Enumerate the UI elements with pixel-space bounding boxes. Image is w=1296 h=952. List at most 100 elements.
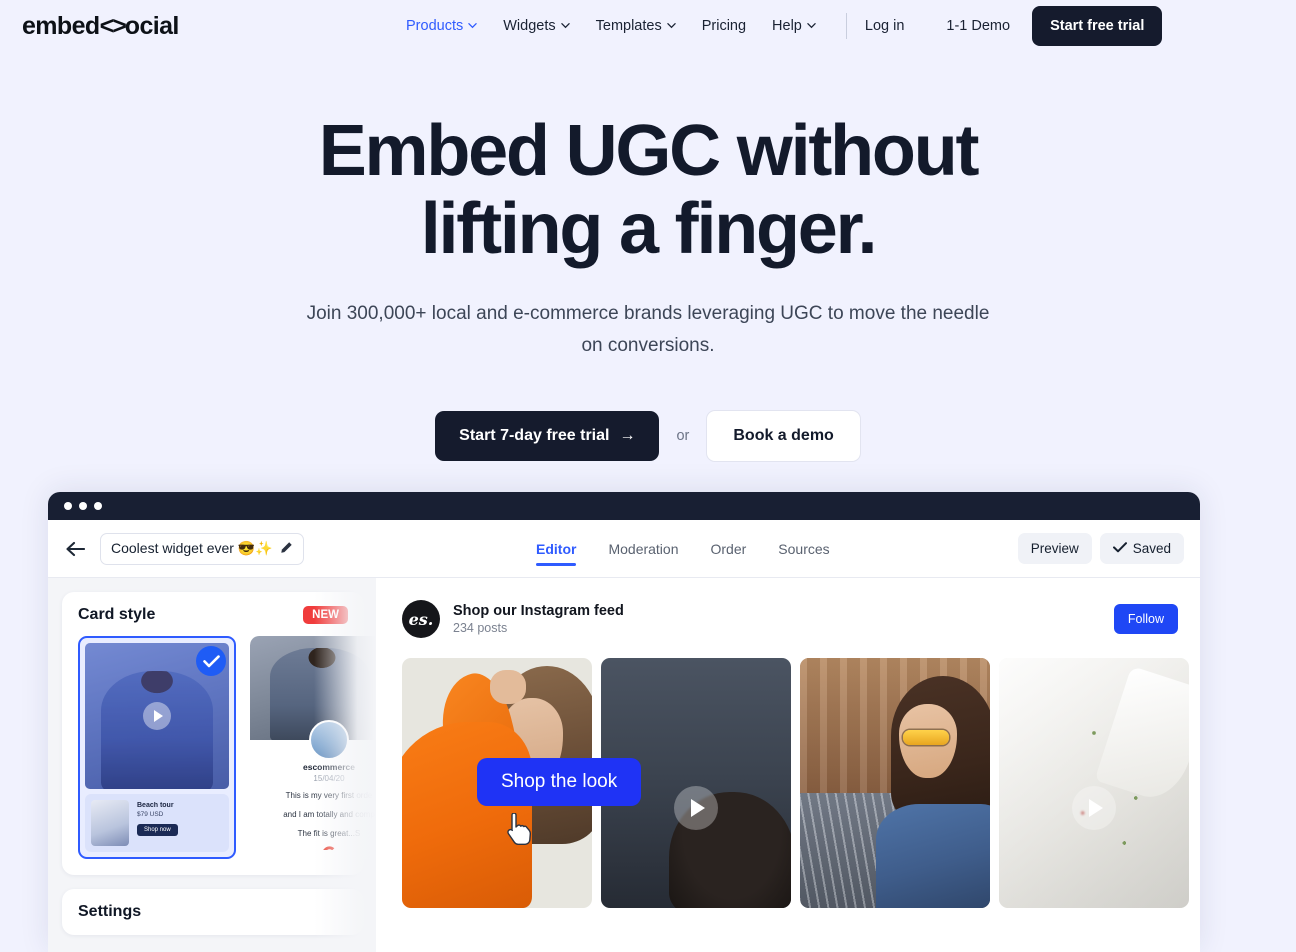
product-info: Beach tour $79 USD Shop now	[137, 800, 178, 836]
window-dot-icon	[79, 502, 87, 510]
card-style-title: Card style	[78, 606, 156, 623]
start-7day-free-trial-label: Start 7-day free trial	[459, 427, 610, 444]
card-style-option-review[interactable]: escommerce 15/04/20 This is my very firs…	[250, 636, 376, 859]
preview-button[interactable]: Preview	[1017, 533, 1092, 564]
back-arrow-icon[interactable]	[62, 536, 88, 562]
feed-tile-white-embroidered-video[interactable]	[999, 658, 1189, 908]
or-separator: or	[676, 428, 690, 444]
check-icon	[1112, 541, 1127, 556]
nav-item-help[interactable]: Help	[772, 18, 832, 34]
chevron-down-icon	[468, 21, 477, 30]
brand-logo[interactable]: embed<>ocial	[22, 11, 180, 40]
hero-title-line-2: lifting a finger.	[420, 189, 878, 269]
chevron-down-icon	[807, 21, 816, 30]
product-thumbnail	[91, 800, 129, 846]
product-title: Beach tour	[137, 802, 174, 809]
start-free-trial-button[interactable]: Start free trial	[1032, 6, 1163, 46]
editor-sidebar: Card style NEW Beach tour $79 USD Shop n…	[48, 578, 376, 952]
follow-button[interactable]: Follow	[1113, 604, 1178, 634]
pencil-edit-icon[interactable]	[280, 541, 293, 556]
widget-title-value: Coolest widget ever 😎✨	[111, 540, 273, 556]
product-shop-now-button[interactable]: Shop now	[137, 824, 178, 836]
card-style-panel: Card style NEW Beach tour $79 USD Shop n…	[62, 592, 376, 875]
book-a-demo-button[interactable]: Book a demo	[706, 410, 861, 462]
card-style-option-shoppable[interactable]: Beach tour $79 USD Shop now	[78, 636, 236, 859]
play-icon[interactable]	[674, 786, 718, 830]
login-link[interactable]: Log in	[865, 18, 905, 34]
product-price: $79 USD	[137, 811, 164, 818]
nav-item-templates-label: Templates	[595, 18, 662, 34]
app-toolbar: Coolest widget ever 😎✨ Editor Moderation…	[48, 520, 1200, 578]
tab-sources[interactable]: Sources	[778, 520, 829, 578]
play-triangle	[691, 799, 705, 817]
app-toolbar-actions: Preview Saved	[1017, 533, 1184, 564]
shop-the-look-tooltip[interactable]: Shop the look	[477, 758, 642, 806]
window-dot-icon	[94, 502, 102, 510]
denim-jacket-shape	[876, 804, 990, 908]
nav-links: Products Widgets Templates Pricing Help	[406, 0, 1163, 52]
card-style-header: Card style NEW	[78, 606, 348, 624]
window-dot-icon	[64, 502, 72, 510]
nav-divider	[845, 13, 847, 39]
review-card-body: escommerce 15/04/20 This is my very firs…	[250, 720, 376, 850]
app-mockup: Coolest widget ever 😎✨ Editor Moderation…	[48, 492, 1200, 952]
hero-cta-row: Start 7-day free trial → or Book a demo	[0, 410, 1296, 462]
play-triangle	[154, 710, 163, 722]
review-card-photo	[250, 636, 376, 740]
new-badge: NEW	[303, 606, 348, 624]
tab-editor[interactable]: Editor	[536, 520, 577, 578]
settings-panel[interactable]: Settings	[62, 889, 364, 935]
demo-link[interactable]: 1-1 Demo	[946, 18, 1010, 34]
nav-item-widgets-label: Widgets	[503, 18, 556, 34]
page-title: Embed UGC without lifting a finger.	[0, 112, 1296, 268]
saved-label: Saved	[1132, 541, 1171, 556]
feed-tile-woman-yellow-sunglasses[interactable]	[800, 658, 990, 908]
hand-shape	[490, 670, 526, 704]
play-icon[interactable]	[1072, 786, 1116, 830]
sleeve-shape	[402, 722, 532, 908]
app-tabs: Editor Moderation Order Sources	[536, 520, 830, 578]
top-navigation-bar: embed<>ocial Products Widgets Templates …	[0, 0, 1296, 52]
arrow-right-icon: →	[619, 427, 636, 444]
chevron-down-icon	[560, 21, 570, 30]
nav-item-widgets[interactable]: Widgets	[503, 18, 585, 34]
nav-item-products-label: Products	[406, 18, 464, 34]
review-author: escommerce	[303, 762, 355, 772]
settings-title: Settings	[78, 903, 142, 920]
hero-title-line-1: Embed UGC without	[318, 111, 980, 191]
nav-item-products[interactable]: Products	[406, 18, 493, 34]
product-tag-row: Beach tour $79 USD Shop now	[85, 794, 229, 852]
play-icon	[143, 702, 171, 730]
google-icon	[322, 846, 337, 850]
feed-avatar: es.	[402, 600, 440, 638]
sunglasses-shape	[902, 730, 949, 745]
hero-section: Embed UGC without lifting a finger. Join…	[0, 52, 1296, 462]
widget-title-input[interactable]: Coolest widget ever 😎✨	[100, 532, 304, 565]
logo-text-primary: embed	[22, 11, 100, 40]
review-text-line-3: The fit is great...S	[297, 829, 361, 838]
selected-check-icon	[196, 646, 226, 676]
app-body: Card style NEW Beach tour $79 USD Shop n…	[48, 578, 1200, 952]
nav-item-help-label: Help	[772, 18, 802, 34]
nav-item-templates[interactable]: Templates	[596, 18, 692, 34]
nav-item-pricing-label: Pricing	[701, 18, 747, 34]
chevron-down-icon	[666, 21, 676, 30]
saved-button[interactable]: Saved	[1099, 533, 1184, 564]
feed-header-text: Shop our Instagram feed 234 posts	[453, 603, 624, 635]
review-text-line-1: This is my very first orde	[285, 791, 373, 800]
logo-text-secondary: ocial	[124, 11, 180, 40]
feed-title: Shop our Instagram feed	[453, 603, 624, 619]
widget-preview-pane: es. Shop our Instagram feed 234 posts Fo…	[376, 578, 1200, 952]
browser-chrome-bar	[48, 492, 1200, 520]
feed-post-count: 234 posts	[453, 621, 508, 635]
tab-order[interactable]: Order	[711, 520, 747, 578]
nav-item-pricing[interactable]: Pricing	[702, 18, 762, 34]
avatar	[309, 720, 349, 760]
review-card-preview: escommerce 15/04/20 This is my very firs…	[250, 636, 376, 850]
review-text-line-2: and I am totally and comp	[283, 810, 375, 819]
play-triangle	[1089, 799, 1103, 817]
tab-moderation[interactable]: Moderation	[608, 520, 678, 578]
feed-header: es. Shop our Instagram feed 234 posts	[402, 600, 1178, 638]
review-date: 15/04/20	[313, 774, 345, 783]
start-7day-free-trial-button[interactable]: Start 7-day free trial →	[435, 411, 660, 461]
